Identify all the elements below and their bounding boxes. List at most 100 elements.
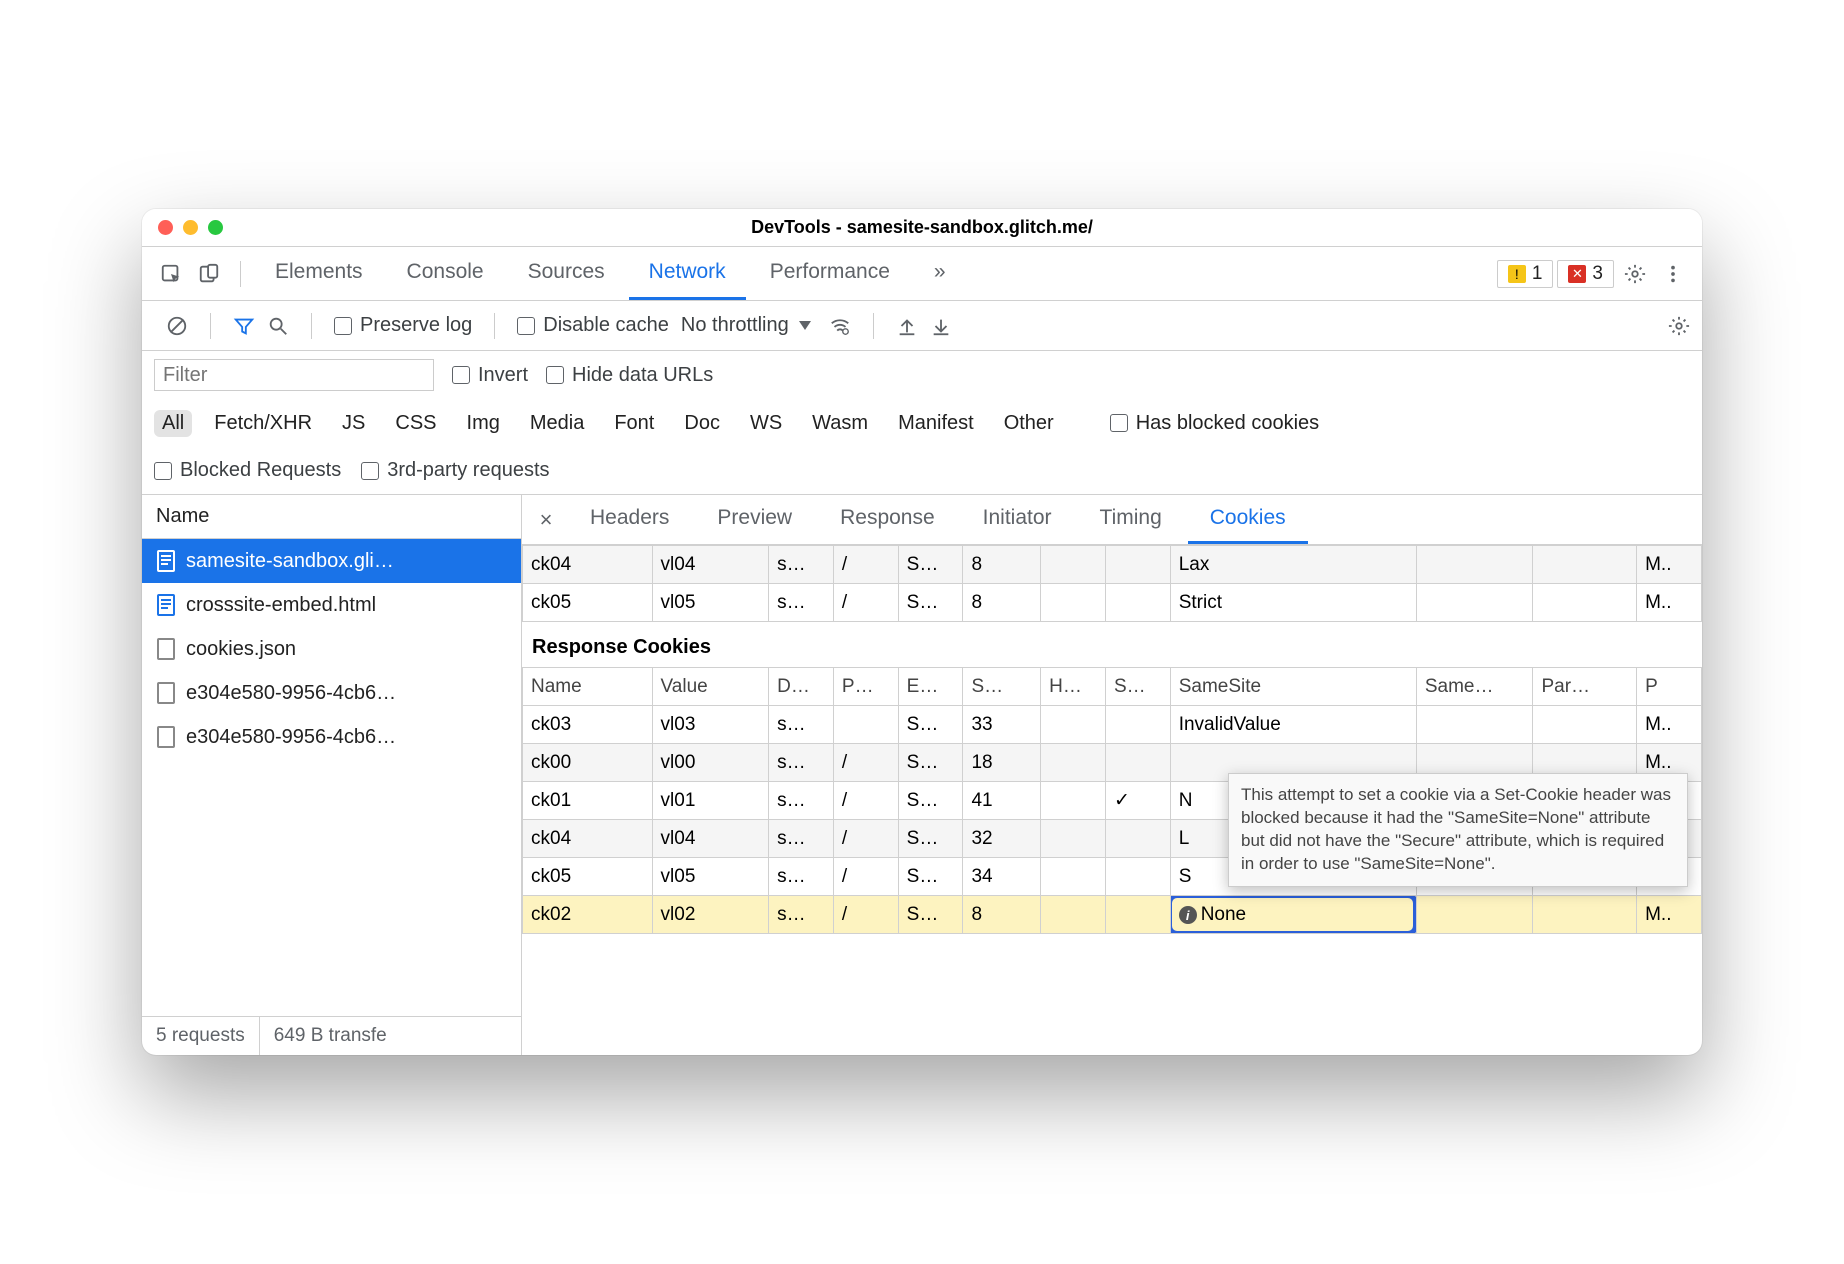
tab-console[interactable]: Console xyxy=(387,247,504,300)
request-name: samesite-sandbox.gli… xyxy=(186,550,394,573)
file-icon xyxy=(156,725,176,749)
tab-network[interactable]: Network xyxy=(629,247,746,300)
dtab-initiator[interactable]: Initiator xyxy=(961,495,1074,544)
dtab-timing[interactable]: Timing xyxy=(1078,495,1184,544)
separator xyxy=(494,313,495,339)
block-row: Blocked Requests 3rd-party requests xyxy=(142,447,1702,495)
disable-cache-checkbox[interactable]: Disable cache xyxy=(517,314,669,337)
tab-overflow[interactable]: » xyxy=(914,247,966,300)
type-other[interactable]: Other xyxy=(996,410,1062,437)
table-row-blocked[interactable]: ck02vl02s…/S…8 iNone M.. xyxy=(523,896,1702,934)
type-all[interactable]: All xyxy=(154,410,192,437)
window-title: DevTools - samesite-sandbox.glitch.me/ xyxy=(142,217,1702,238)
samesite-value: None xyxy=(1201,904,1246,925)
main-tabbar: Elements Console Sources Network Perform… xyxy=(142,247,1702,301)
type-img[interactable]: Img xyxy=(459,410,508,437)
hide-data-urls-checkbox[interactable]: Hide data URLs xyxy=(546,364,713,387)
top-cookies-table: ck04vl04s…/S…8LaxM.. ck05vl05s…/S…8Stric… xyxy=(522,545,1702,622)
settings-icon[interactable] xyxy=(1618,257,1652,291)
separator xyxy=(210,313,211,339)
filter-input[interactable] xyxy=(154,359,434,391)
request-name: cookies.json xyxy=(186,638,296,661)
table-header-row: NameValueD…P…E…S…H…S…SameSiteSame…Par…P xyxy=(523,668,1702,706)
network-settings-icon[interactable] xyxy=(1668,315,1690,337)
tab-performance[interactable]: Performance xyxy=(750,247,910,300)
warning-count: 1 xyxy=(1532,263,1543,285)
inspect-icon[interactable] xyxy=(154,257,188,291)
dtab-response[interactable]: Response xyxy=(818,495,957,544)
file-icon xyxy=(156,637,176,661)
devtools-window: DevTools - samesite-sandbox.glitch.me/ E… xyxy=(142,209,1702,1055)
request-row[interactable]: samesite-sandbox.gli… xyxy=(142,539,521,583)
table-row[interactable]: ck05vl05s…/S…8StrictM.. xyxy=(523,584,1702,622)
titlebar: DevTools - samesite-sandbox.glitch.me/ xyxy=(142,209,1702,247)
filter-row: Invert Hide data URLs xyxy=(142,351,1702,399)
type-fetch[interactable]: Fetch/XHR xyxy=(206,410,320,437)
samesite-none-cell[interactable]: iNone xyxy=(1170,896,1416,934)
request-name: crosssite-embed.html xyxy=(186,594,376,617)
request-name: e304e580-9956-4cb6… xyxy=(186,682,396,705)
type-css[interactable]: CSS xyxy=(387,410,444,437)
separator xyxy=(873,313,874,339)
chevron-down-icon xyxy=(799,321,811,330)
type-doc[interactable]: Doc xyxy=(676,410,728,437)
table-row[interactable]: ck04vl04s…/S…8LaxM.. xyxy=(523,546,1702,584)
request-row[interactable]: cookies.json xyxy=(142,627,521,671)
network-conditions-icon[interactable] xyxy=(829,315,851,337)
blocked-requests-checkbox[interactable]: Blocked Requests xyxy=(154,459,341,482)
blocked-requests-label: Blocked Requests xyxy=(180,459,341,482)
samesite-tooltip: This attempt to set a cookie via a Set-C… xyxy=(1228,773,1688,887)
type-font[interactable]: Font xyxy=(606,410,662,437)
dtab-headers[interactable]: Headers xyxy=(568,495,691,544)
type-media[interactable]: Media xyxy=(522,410,592,437)
type-manifest[interactable]: Manifest xyxy=(890,410,982,437)
request-list-header: Name xyxy=(142,495,521,539)
throttling-value: No throttling xyxy=(681,314,789,337)
tab-sources[interactable]: Sources xyxy=(508,247,625,300)
file-icon xyxy=(156,681,176,705)
disable-cache-label: Disable cache xyxy=(543,314,669,337)
request-list: Name samesite-sandbox.gli… crosssite-emb… xyxy=(142,495,522,1055)
close-detail-icon[interactable]: × xyxy=(528,507,564,533)
table-row[interactable]: ck03vl03s…S…33InvalidValueM.. xyxy=(523,706,1702,744)
request-name: e304e580-9956-4cb6… xyxy=(186,726,396,749)
dtab-cookies[interactable]: Cookies xyxy=(1188,495,1308,544)
document-icon xyxy=(156,549,176,573)
error-count: 3 xyxy=(1592,263,1603,285)
type-wasm[interactable]: Wasm xyxy=(804,410,876,437)
request-row[interactable]: e304e580-9956-4cb6… xyxy=(142,715,521,759)
throttling-dropdown[interactable]: No throttling xyxy=(681,314,817,337)
dtab-preview[interactable]: Preview xyxy=(695,495,814,544)
warning-badge[interactable]: ! 1 xyxy=(1497,260,1554,288)
type-ws[interactable]: WS xyxy=(742,410,790,437)
network-toolbar: Preserve log Disable cache No throttling xyxy=(142,301,1702,351)
invert-label: Invert xyxy=(478,364,528,387)
has-blocked-cookies-checkbox[interactable]: Has blocked cookies xyxy=(1110,412,1319,435)
request-count: 5 requests xyxy=(142,1017,260,1055)
request-row[interactable]: e304e580-9956-4cb6… xyxy=(142,671,521,715)
tab-elements[interactable]: Elements xyxy=(255,247,383,300)
third-party-label: 3rd-party requests xyxy=(387,459,549,482)
type-js[interactable]: JS xyxy=(334,410,373,437)
invert-checkbox[interactable]: Invert xyxy=(452,364,528,387)
device-toggle-icon[interactable] xyxy=(192,257,226,291)
hide-data-urls-label: Hide data URLs xyxy=(572,364,713,387)
upload-har-icon[interactable] xyxy=(896,315,918,337)
clear-icon[interactable] xyxy=(166,315,188,337)
separator xyxy=(311,313,312,339)
response-cookies-heading: Response Cookies xyxy=(522,622,1702,667)
search-icon[interactable] xyxy=(267,315,289,337)
request-row[interactable]: crosssite-embed.html xyxy=(142,583,521,627)
filter-icon[interactable] xyxy=(233,315,255,337)
resource-type-row: All Fetch/XHR JS CSS Img Media Font Doc … xyxy=(142,399,1702,447)
download-har-icon[interactable] xyxy=(930,315,952,337)
more-icon[interactable] xyxy=(1656,257,1690,291)
detail-panel: × Headers Preview Response Initiator Tim… xyxy=(522,495,1702,1055)
third-party-checkbox[interactable]: 3rd-party requests xyxy=(361,459,549,482)
body-split: Name samesite-sandbox.gli… crosssite-emb… xyxy=(142,495,1702,1055)
cookies-body: ck04vl04s…/S…8LaxM.. ck05vl05s…/S…8Stric… xyxy=(522,545,1702,1055)
preserve-log-checkbox[interactable]: Preserve log xyxy=(334,314,472,337)
error-badge[interactable]: ✕ 3 xyxy=(1557,260,1614,288)
transfer-size: 649 B transfe xyxy=(260,1017,401,1055)
info-icon: i xyxy=(1179,906,1197,924)
